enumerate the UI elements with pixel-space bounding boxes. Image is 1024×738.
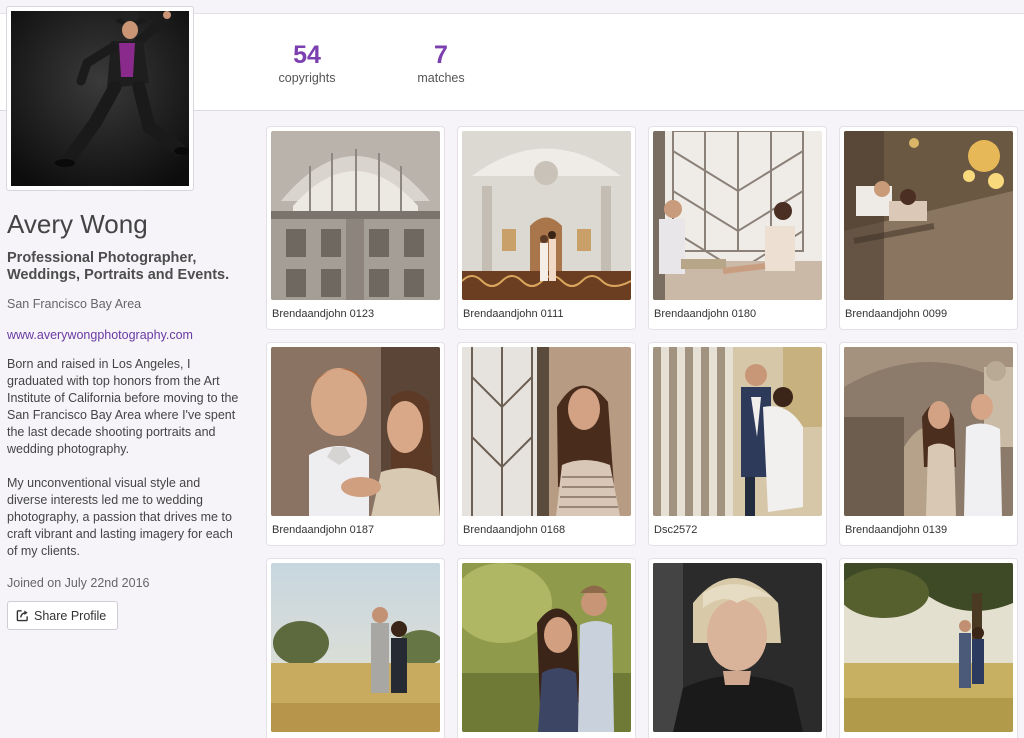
woman-window-photo-icon xyxy=(462,347,631,516)
profile-location: San Francisco Bay Area xyxy=(7,297,142,311)
profile-panel: Avery Wong Professional Photographer, We… xyxy=(7,208,239,630)
profile-website-link[interactable]: www.averywongphotography.com xyxy=(7,328,239,342)
photo-card[interactable] xyxy=(839,558,1018,738)
avatar-photo-icon xyxy=(11,11,189,186)
bio-paragraph: Born and raised in Los Angeles, I gradua… xyxy=(7,357,239,456)
photo-caption: Brendaandjohn 0123 xyxy=(272,308,375,320)
bio-paragraph: My unconventional visual style and diver… xyxy=(7,476,233,558)
photo-caption: Brendaandjohn 0187 xyxy=(272,524,375,536)
woman-portrait-photo-icon xyxy=(653,563,822,732)
photo-caption xyxy=(271,732,440,738)
photo-card[interactable]: Brendaandjohn 0187 xyxy=(266,342,445,546)
field-couple-photo-icon xyxy=(271,563,440,732)
matches-label: matches xyxy=(417,71,465,85)
share-profile-label: Share Profile xyxy=(34,608,107,623)
photo-card[interactable]: Brendaandjohn 0180 xyxy=(648,126,827,330)
photo-caption: Brendaandjohn 0111 xyxy=(463,308,564,320)
chandelier-couple-photo-icon xyxy=(844,131,1013,300)
avatar[interactable] xyxy=(6,6,194,191)
photo-card[interactable]: Brendaandjohn 0168 xyxy=(457,342,636,546)
share-icon xyxy=(16,610,28,622)
profile-headline: Professional Photographer, Weddings, Por… xyxy=(7,250,230,283)
couple-arch-photo-icon xyxy=(844,347,1013,516)
photo-card[interactable] xyxy=(457,558,636,738)
joined-date: Joined on July 22nd 2016 xyxy=(7,576,150,590)
stat-copyrights[interactable]: 54 copyrights xyxy=(272,42,342,86)
window-couple-photo-icon xyxy=(653,131,822,300)
photo-caption: Dsc2572 xyxy=(654,524,698,536)
photo-caption: Brendaandjohn 0099 xyxy=(845,308,948,320)
couple-railing-photo-icon xyxy=(653,347,822,516)
tree-couple-photo-icon xyxy=(844,563,1013,732)
photo-card[interactable] xyxy=(266,558,445,738)
photo-card[interactable]: Brendaandjohn 0099 xyxy=(839,126,1018,330)
copyrights-label: copyrights xyxy=(278,71,336,85)
photo-card[interactable] xyxy=(648,558,827,738)
hall-couple-photo-icon xyxy=(462,131,631,300)
photo-card[interactable]: Brendaandjohn 0139 xyxy=(839,342,1018,546)
photo-card[interactable]: Brendaandjohn 0123 xyxy=(266,126,445,330)
meadow-couple-photo-icon xyxy=(462,563,631,732)
photo-caption: Brendaandjohn 0168 xyxy=(463,524,566,536)
architecture-photo-icon xyxy=(271,131,440,300)
photo-card[interactable]: Dsc2572 xyxy=(648,342,827,546)
photo-caption xyxy=(653,732,822,738)
photo-caption xyxy=(844,732,1013,738)
photo-caption xyxy=(462,732,631,738)
stat-matches[interactable]: 7 matches xyxy=(408,42,474,86)
couple-closeup-photo-icon xyxy=(271,347,440,516)
matches-count: 7 xyxy=(434,41,448,69)
photo-card[interactable]: Brendaandjohn 0111 xyxy=(457,126,636,330)
photo-caption: Brendaandjohn 0180 xyxy=(654,308,757,320)
profile-bio: Born and raised in Los Angeles, I gradua… xyxy=(7,356,239,560)
share-profile-button[interactable]: Share Profile xyxy=(7,601,119,630)
photo-caption: Brendaandjohn 0139 xyxy=(845,524,948,536)
profile-name: Avery Wong xyxy=(7,209,148,239)
copyrights-count: 54 xyxy=(293,41,321,69)
